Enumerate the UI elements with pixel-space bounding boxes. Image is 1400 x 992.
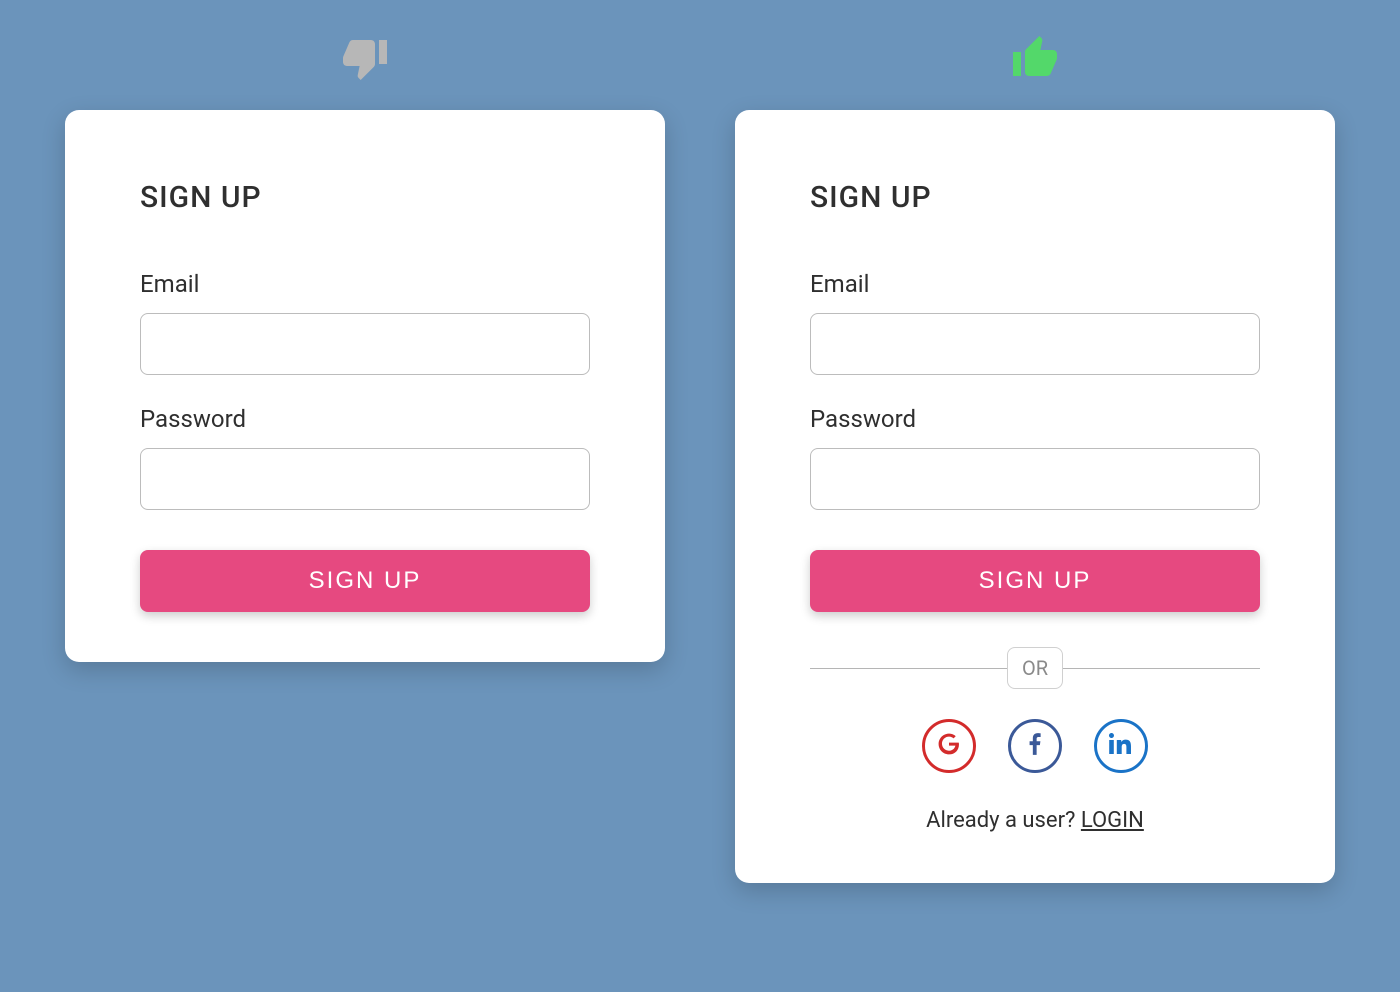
email-label: Email <box>810 270 1260 298</box>
signup-button[interactable]: SIGN UP <box>810 550 1260 612</box>
signup-button[interactable]: SIGN UP <box>140 550 590 612</box>
linkedin-icon <box>1109 732 1133 760</box>
good-example-column: SIGN UP Email Password SIGN UP OR <box>715 30 1355 992</box>
password-input[interactable] <box>140 448 590 510</box>
google-signin-button[interactable] <box>922 719 976 773</box>
password-field-group: Password <box>810 405 1260 510</box>
thumbs-down-icon <box>339 30 391 85</box>
password-input[interactable] <box>810 448 1260 510</box>
password-label: Password <box>810 405 1260 433</box>
divider-line-right <box>1062 668 1260 669</box>
divider-line-left <box>810 668 1008 669</box>
password-label: Password <box>140 405 590 433</box>
email-field-group: Email <box>140 270 590 375</box>
social-login-row <box>810 719 1260 773</box>
thumbs-up-icon <box>1009 30 1061 85</box>
or-badge: OR <box>1007 647 1063 689</box>
google-icon <box>936 731 962 761</box>
login-footer: Already a user? LOGIN <box>810 808 1260 833</box>
bad-example-column: SIGN UP Email Password SIGN UP <box>45 30 685 992</box>
signup-title: SIGN UP <box>810 180 1260 215</box>
linkedin-signin-button[interactable] <box>1094 719 1148 773</box>
email-input[interactable] <box>140 313 590 375</box>
facebook-icon <box>1022 731 1048 761</box>
signup-title: SIGN UP <box>140 180 590 215</box>
facebook-signin-button[interactable] <box>1008 719 1062 773</box>
email-label: Email <box>140 270 590 298</box>
login-link[interactable]: LOGIN <box>1081 808 1144 833</box>
bad-signup-card: SIGN UP Email Password SIGN UP <box>65 110 665 662</box>
password-field-group: Password <box>140 405 590 510</box>
good-signup-card: SIGN UP Email Password SIGN UP OR <box>735 110 1335 883</box>
email-input[interactable] <box>810 313 1260 375</box>
or-divider: OR <box>810 647 1260 689</box>
email-field-group: Email <box>810 270 1260 375</box>
footer-prefix: Already a user? <box>926 808 1081 833</box>
